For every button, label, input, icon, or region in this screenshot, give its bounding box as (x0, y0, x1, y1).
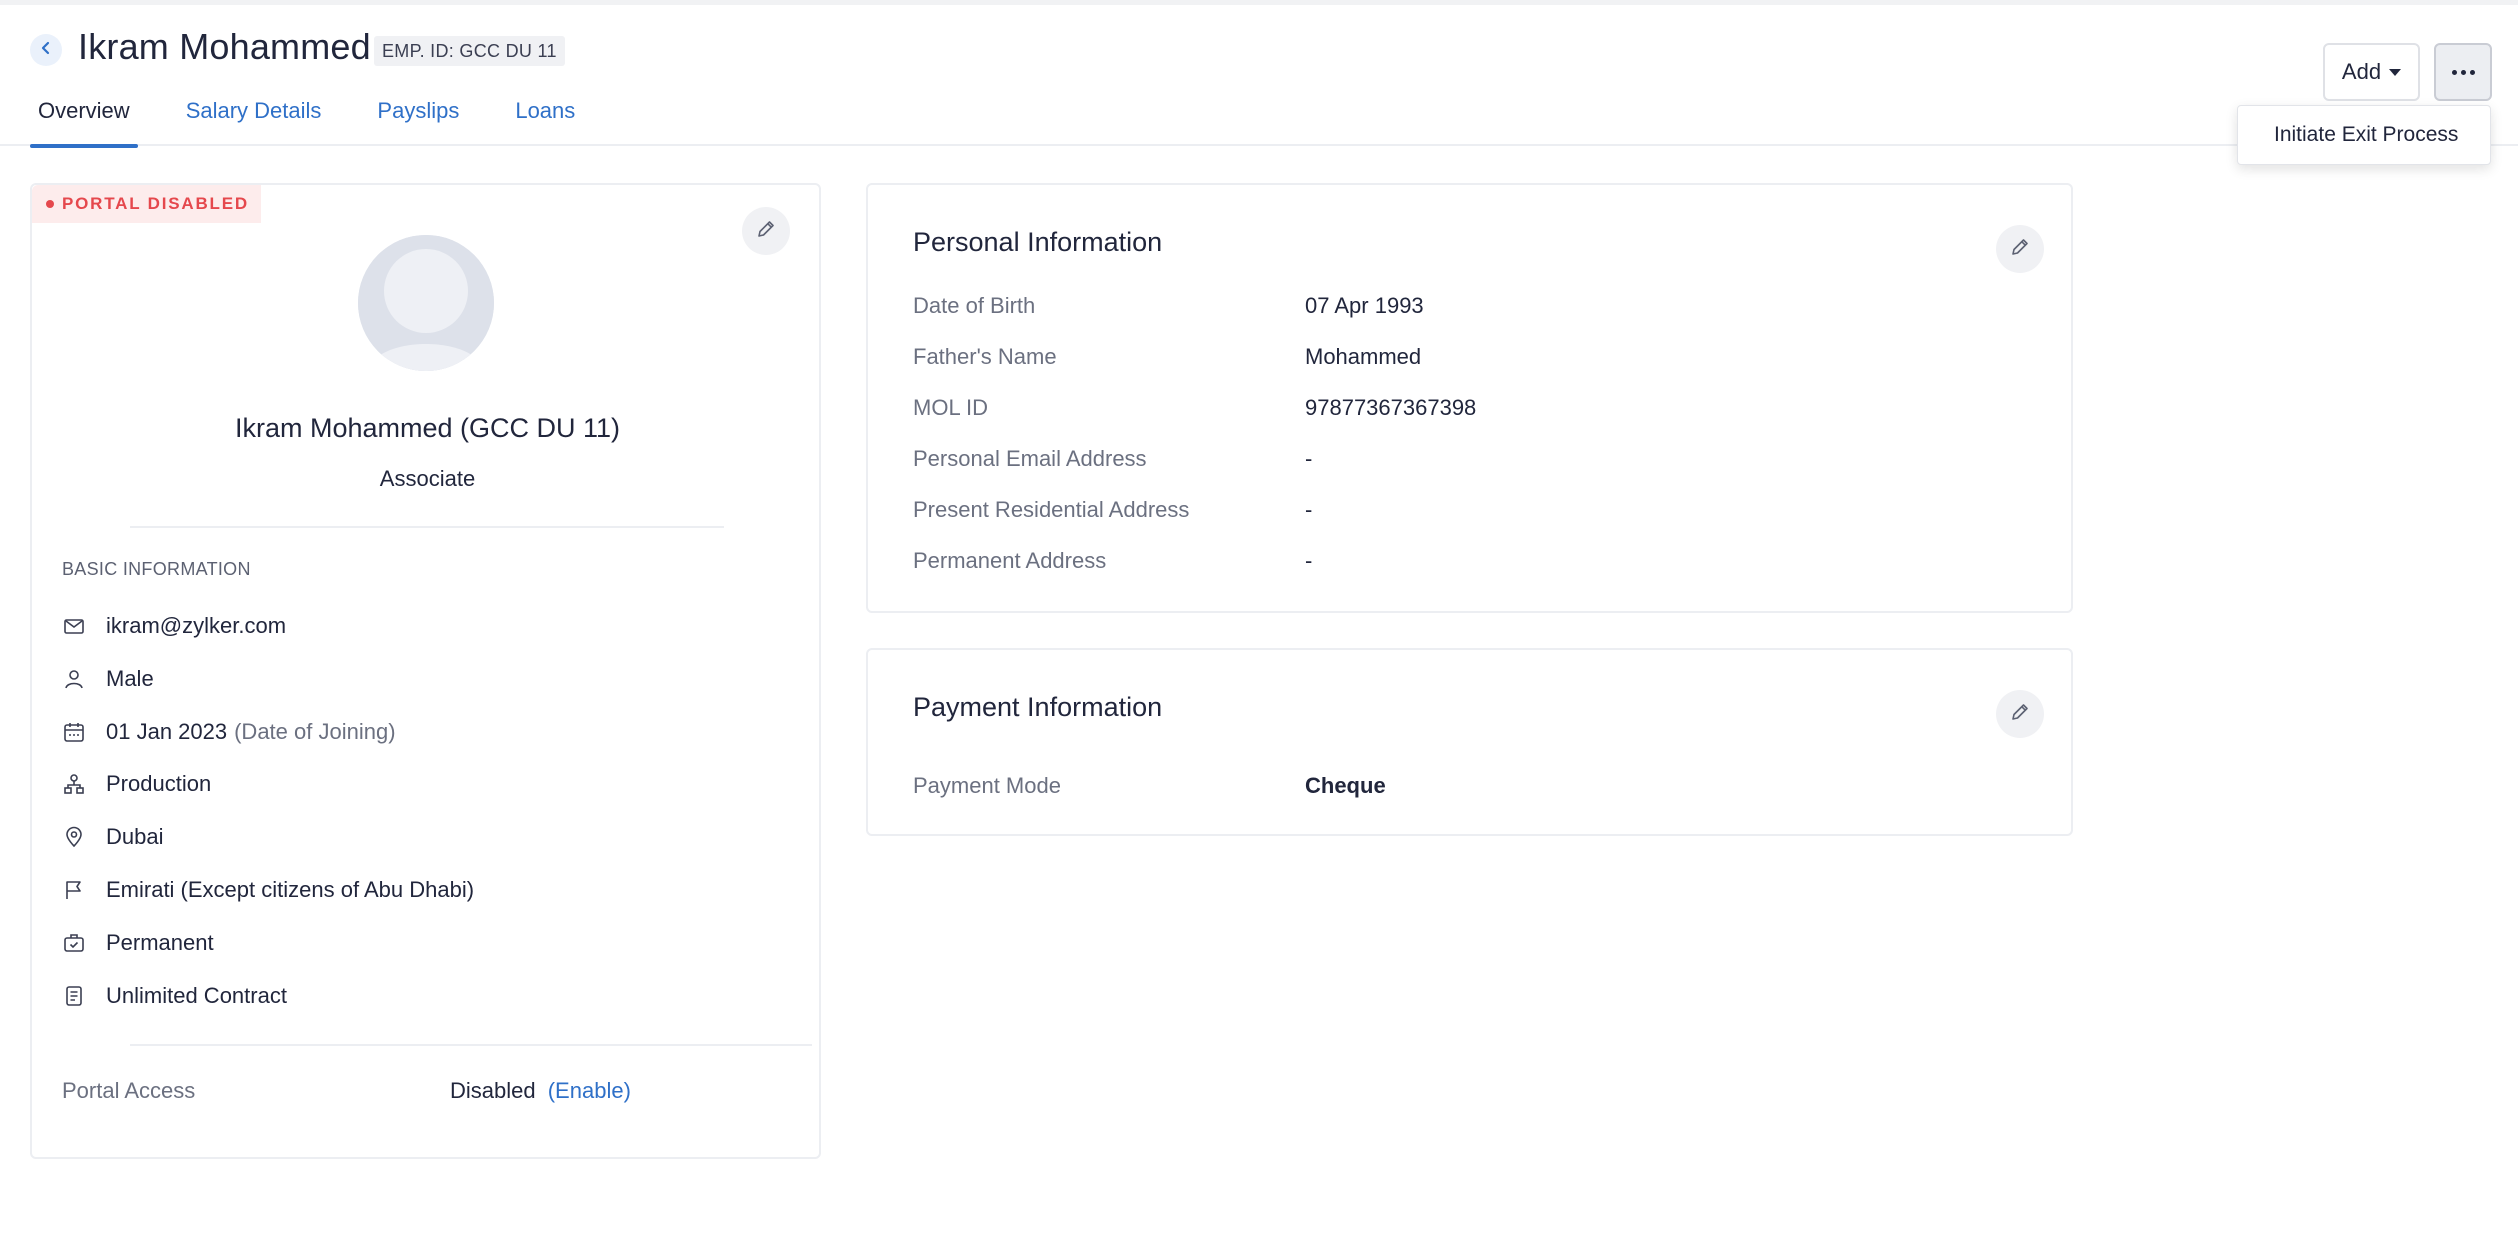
mol-id-label: MOL ID (913, 395, 988, 420)
portal-access-value-group: Disabled (Enable) (450, 1078, 631, 1104)
divider (130, 1044, 812, 1046)
edit-payment-information-button[interactable] (1996, 690, 2044, 738)
tab-overview[interactable]: Overview (30, 98, 138, 148)
enable-portal-link[interactable]: (Enable) (548, 1078, 631, 1103)
employee-id-badge: EMP. ID: GCC DU 11 (374, 36, 565, 66)
contract-type-value: Unlimited Contract (106, 983, 287, 1008)
joining-date-row: 01 Jan 2023 (Date of Joining) (62, 715, 396, 749)
edit-personal-information-button[interactable] (1996, 225, 2044, 273)
profile-name: Ikram Mohammed (GCC DU 11) (234, 413, 621, 443)
tab-payslips[interactable]: Payslips (369, 98, 467, 146)
divider (130, 526, 724, 528)
mol-id-value: 97877367367398 (1305, 395, 1477, 420)
flag-icon (62, 878, 86, 902)
personal-email-label: Personal Email Address (913, 446, 1147, 471)
more-icon (2451, 69, 2475, 75)
personal-email-value: - (1305, 446, 1313, 471)
edit-profile-button[interactable] (742, 207, 790, 255)
pencil-icon (2009, 701, 2031, 728)
payment-mode-label: Payment Mode (913, 773, 1061, 798)
page-header: Ikram Mohammed EMP. ID: GCC DU 11 Overvi… (0, 0, 2518, 148)
payment-information-title: Payment Information (913, 692, 1163, 722)
employment-type-row: Permanent (62, 926, 214, 960)
status-badge-label: PORTAL DISABLED (62, 194, 249, 213)
personal-information-title: Personal Information (913, 227, 1163, 257)
tab-loans[interactable]: Loans (507, 98, 583, 146)
caret-down-icon (2389, 68, 2402, 76)
status-badge: PORTAL DISABLED (32, 185, 261, 223)
page-title: Ikram Mohammed (78, 26, 371, 67)
person-icon (62, 667, 86, 691)
payment-mode-value: Cheque (1305, 773, 1386, 798)
tab-bar: Overview Salary Details Payslips Loans (30, 98, 623, 148)
nationality-value: Emirati (Except citizens of Abu Dhabi) (106, 877, 475, 902)
personal-information-card: Personal Information Date of Birth 07 Ap… (866, 183, 2073, 613)
portal-access-value: Disabled (450, 1078, 536, 1103)
contract-type-row: Unlimited Contract (62, 979, 287, 1013)
chevron-left-icon (39, 41, 53, 60)
location-pin-icon (62, 825, 86, 849)
back-button[interactable] (30, 34, 62, 66)
profile-card: PORTAL DISABLED Ikram Mohammed (GCC DU 1… (30, 183, 821, 1159)
date-of-birth-value: 07 Apr 1993 (1305, 293, 1424, 318)
permanent-address-value: - (1305, 548, 1313, 573)
status-dot-icon (46, 200, 54, 208)
document-icon (62, 984, 86, 1008)
briefcase-icon (62, 931, 86, 955)
more-options-menu: Initiate Exit Process (2237, 105, 2491, 165)
joining-date-value: 01 Jan 2023 (106, 719, 228, 744)
location-row: Dubai (62, 820, 163, 854)
mail-icon (62, 614, 86, 638)
permanent-address-label: Permanent Address (913, 548, 1107, 573)
more-options-button[interactable] (2434, 43, 2492, 101)
email-value: ikram@zylker.com (106, 613, 287, 638)
employment-type-value: Permanent (106, 930, 214, 955)
menu-item-initiate-exit-process[interactable]: Initiate Exit Process (2238, 123, 2458, 147)
location-value: Dubai (106, 824, 164, 849)
joining-date-note: (Date of Joining) (234, 719, 396, 744)
date-of-birth-label: Date of Birth (913, 293, 1036, 318)
present-address-label: Present Residential Address (913, 497, 1190, 522)
email-row: ikram@zylker.com (62, 609, 286, 643)
calendar-icon (62, 720, 86, 744)
fathers-name-label: Father's Name (913, 344, 1057, 369)
org-chart-icon (62, 772, 86, 796)
payment-information-card: Payment Information Payment Mode Cheque (866, 648, 2073, 836)
pencil-icon (755, 218, 777, 245)
portal-access-label: Portal Access (62, 1078, 196, 1103)
pencil-icon (2009, 236, 2031, 263)
present-address-value: - (1305, 497, 1313, 522)
fathers-name-value: Mohammed (1305, 344, 1422, 369)
gender-row: Male (62, 662, 154, 696)
avatar (358, 235, 494, 371)
gender-value: Male (106, 666, 154, 691)
department-value: Production (106, 771, 212, 796)
add-button[interactable]: Add (2323, 43, 2420, 101)
add-button-label: Add (2341, 59, 2382, 84)
nationality-row: Emirati (Except citizens of Abu Dhabi) (62, 873, 474, 907)
profile-designation: Associate (379, 466, 476, 491)
department-row: Production (62, 767, 211, 801)
tab-salary-details[interactable]: Salary Details (178, 98, 330, 146)
basic-information-heading: BASIC INFORMATION (62, 559, 251, 579)
